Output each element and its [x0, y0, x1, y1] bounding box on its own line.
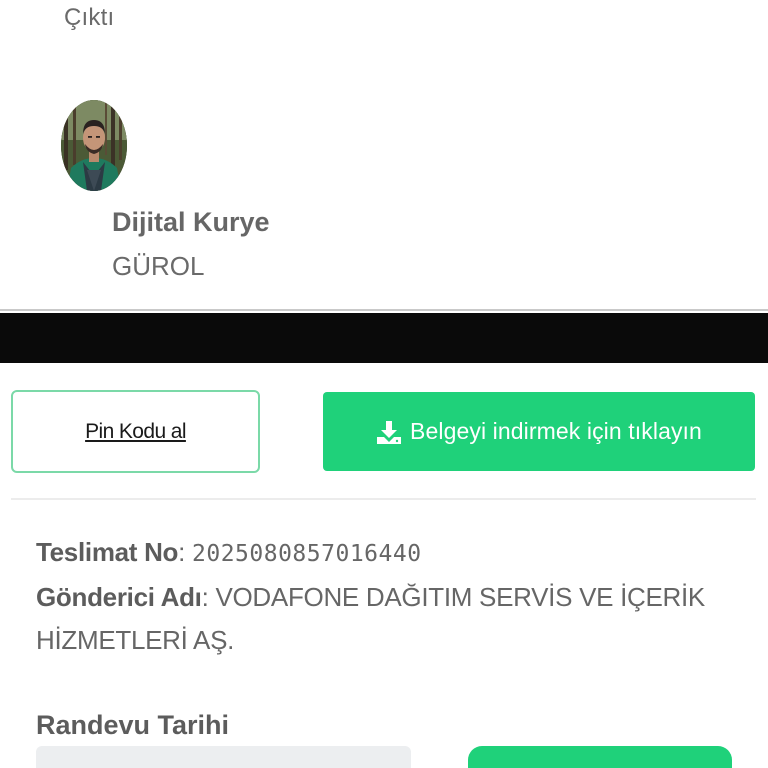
appointment-date-input[interactable] — [36, 746, 411, 768]
download-icon — [376, 419, 402, 445]
download-document-label: Belgeyi indirmek için tıklayın — [410, 418, 702, 444]
content-divider — [11, 498, 756, 500]
sender-row: Gönderici Adı: VODAFONE DAĞITIM SERVİS V… — [36, 582, 705, 655]
appointment-date-label: Randevu Tarihi — [36, 710, 230, 740]
appointment-button-label — [468, 746, 732, 754]
sender-name-label: Gönderici Adı — [36, 582, 202, 612]
delivery-info: Teslimat No: 2025080857016440 Gönderici … — [36, 531, 736, 662]
black-band — [0, 313, 768, 363]
courier-title: Dijital Kurye — [112, 207, 270, 237]
tracking-row: Teslimat No: 2025080857016440 — [36, 537, 422, 567]
person-photo-icon — [61, 100, 127, 191]
download-document-button[interactable]: Belgeyi indirmek için tıklayın — [323, 392, 755, 471]
status-text: Çıktı — [64, 4, 115, 31]
section-divider — [0, 309, 768, 311]
courier-name: GÜROL — [112, 251, 205, 281]
tracking-number-label: Teslimat No — [36, 537, 179, 567]
tracking-number-value: 2025080857016440 — [192, 541, 422, 567]
get-pin-code-button[interactable]: Pin Kodu al — [11, 390, 260, 473]
appointment-button[interactable] — [468, 746, 732, 768]
get-pin-code-label: Pin Kodu al — [85, 419, 186, 443]
avatar — [61, 100, 127, 191]
